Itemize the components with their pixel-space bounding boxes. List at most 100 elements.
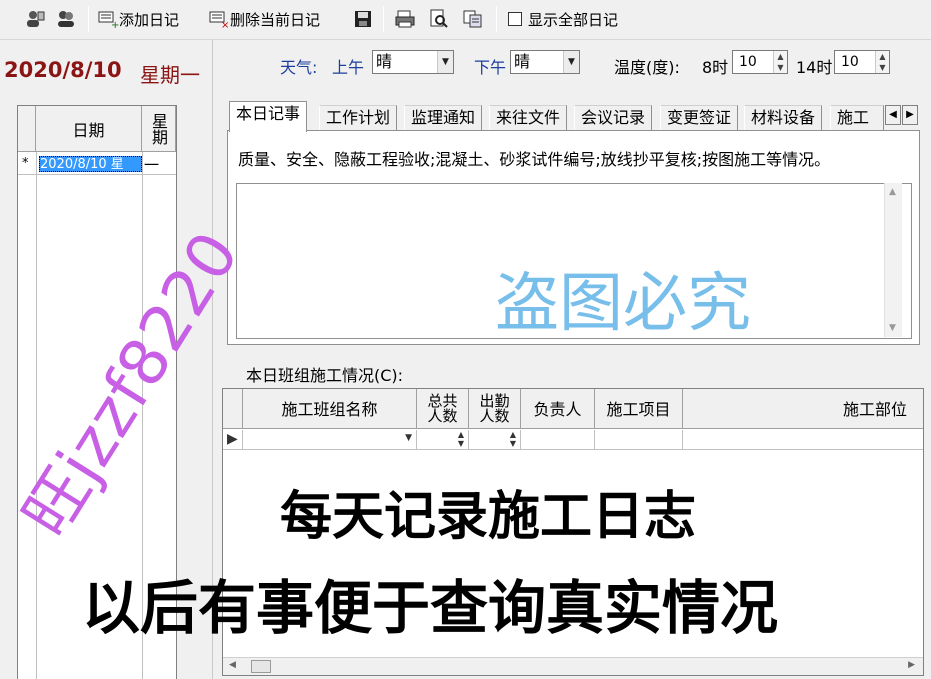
svg-text:+: + [111, 20, 119, 29]
morning-label: 上午 [332, 58, 365, 77]
promo-line-1: 每天记录施工日志 [280, 487, 697, 547]
delete-diary-label: 删除当前日记 [230, 10, 321, 29]
date-column-header[interactable]: 日期 [36, 106, 142, 152]
team-grid-row[interactable]: ▶ ▼ ▲ ▼ ▲ ▼ [223, 430, 923, 450]
spinner-arrows-icon[interactable]: ▲ ▼ [510, 430, 516, 448]
weather-label: 天气: [280, 58, 318, 77]
toolbar-separator [383, 6, 384, 32]
current-row-arrow-icon: ▶ [227, 431, 238, 447]
chevron-down-icon[interactable]: ▼ [405, 433, 412, 443]
temp-14-label: 14时 [796, 58, 833, 77]
leader-header-label: 负责人 [533, 399, 582, 419]
show-all-label: 显示全部日记 [528, 10, 619, 29]
print-preview-icon [430, 9, 448, 28]
new-row-marker: * [22, 156, 29, 171]
current-weekday: 星期一 [140, 63, 200, 87]
print-preview-button[interactable] [428, 6, 450, 32]
spinner-arrows-icon[interactable]: ▲ ▼ [458, 430, 464, 448]
spinner-arrows-icon[interactable]: ▲ ▼ [773, 51, 787, 73]
row-indicator-header [223, 389, 243, 429]
total-count-header[interactable]: 总共人数 [417, 389, 469, 429]
svg-text:×: × [221, 20, 229, 29]
tab-supervision-notice[interactable]: 监理通知 [404, 105, 483, 131]
week-column-header[interactable]: 星期 [142, 106, 176, 152]
afternoon-weather-value: 晴 [514, 52, 531, 71]
users-icon-button[interactable] [55, 6, 77, 32]
leader-header[interactable]: 负责人 [521, 389, 595, 429]
add-record-icon: + [98, 11, 119, 29]
attendance-count-header[interactable]: 出勤人数 [469, 389, 521, 429]
temp-14-spinner[interactable]: 10 ▲ ▼ [834, 50, 890, 74]
team-name-header[interactable]: 施工班组名称 [243, 389, 417, 429]
print-button[interactable] [394, 6, 416, 32]
temp-8-value: 10 [739, 54, 757, 70]
total-count-header-label: 总共人数 [427, 392, 458, 425]
toolbar-separator [88, 6, 89, 32]
watermark-text: 盗图必究 [495, 267, 751, 341]
notes-scrollbar[interactable]: ▲ ▼ [884, 183, 902, 337]
morning-weather-select[interactable]: 晴 ▼ [372, 50, 454, 74]
work-item-cell[interactable] [595, 430, 683, 450]
attendance-count-cell[interactable]: ▲ ▼ [469, 430, 521, 450]
print-icon [395, 10, 415, 28]
toolbar: + 添加日记 × 删除当前日记 显示全部日记 [0, 0, 931, 40]
total-count-cell[interactable]: ▲ ▼ [417, 430, 469, 450]
work-item-header[interactable]: 施工项目 [595, 389, 683, 429]
tab-daily-notes[interactable]: 本日记事 [229, 101, 308, 132]
scroll-thumb[interactable] [251, 660, 271, 673]
spinner-arrows-icon[interactable]: ▲ ▼ [875, 51, 889, 73]
team-name-cell[interactable]: ▼ [243, 430, 417, 450]
current-date: 2020/8/10 [4, 58, 122, 82]
copy-icon [463, 10, 482, 28]
team-grid-header: 施工班组名称 总共人数 出勤人数 负责人 施工项目 施工部位 [223, 389, 923, 429]
tab-construction[interactable]: 施工 [830, 105, 884, 131]
scroll-down-icon[interactable]: ▼ [889, 323, 896, 333]
delete-record-icon: × [209, 11, 229, 29]
date-column-label: 日期 [72, 120, 105, 140]
work-location-header[interactable]: 施工部位 [683, 389, 923, 429]
tab-meeting-minutes[interactable]: 会议记录 [574, 105, 653, 131]
row-indicator: ▶ [223, 430, 243, 450]
team-name-header-label: 施工班组名称 [281, 399, 378, 419]
work-location-cell[interactable] [683, 430, 923, 450]
work-location-header-label: 施工部位 [842, 399, 907, 419]
work-item-header-label: 施工项目 [606, 399, 671, 419]
scroll-up-icon[interactable]: ▲ [889, 187, 896, 197]
tab-scroll-left-icon[interactable]: ◀ [885, 105, 901, 125]
leader-cell[interactable] [521, 430, 595, 450]
add-diary-button[interactable]: + 添加日记 [97, 6, 179, 32]
afternoon-weather-select[interactable]: 晴 ▼ [510, 50, 580, 74]
chevron-down-icon[interactable]: ▼ [437, 51, 453, 73]
notes-hint: 质量、安全、隐蔽工程验收;混凝土、砂浆试件编号;放线抄平复核;按图施工等情况。 [238, 150, 831, 169]
tab-work-plan[interactable]: 工作计划 [319, 105, 398, 131]
diary-tabs: 本日记事 工作计划 监理通知 来往文件 会议记录 变更签证 材料设备 施工 ◀ … [227, 101, 924, 132]
temp-8-label: 8时 [702, 58, 729, 77]
temp-8-spinner[interactable]: 10 ▲ ▼ [732, 50, 788, 74]
tab-change-visa[interactable]: 变更签证 [660, 105, 739, 131]
checkbox-box[interactable] [508, 12, 522, 26]
team-work-label: 本日班组施工情况(C): [246, 366, 404, 385]
week-column-label: 星期 [149, 112, 168, 145]
afternoon-label: 下午 [474, 58, 507, 77]
copy-button[interactable] [462, 6, 484, 32]
show-all-checkbox[interactable]: 显示全部日记 [508, 6, 618, 32]
tab-scroll-right-icon[interactable]: ▶ [902, 105, 918, 125]
grid-line [18, 174, 176, 175]
save-button[interactable] [352, 6, 374, 32]
user-icon [27, 11, 45, 27]
tab-materials-equipment[interactable]: 材料设备 [744, 105, 823, 131]
temperature-label: 温度(度): [614, 58, 680, 77]
tab-correspondence[interactable]: 来往文件 [489, 105, 568, 131]
diary-row-date-cell[interactable]: 2020/8/10 星 [39, 156, 142, 172]
chevron-down-icon[interactable]: ▼ [563, 51, 579, 73]
diary-row-week-cell[interactable]: 一 [144, 154, 159, 175]
promo-line-2: 以后有事便于查询真实情况 [82, 574, 779, 642]
team-grid-hscrollbar[interactable]: ◀ ▶ [223, 657, 923, 675]
user-icon-button[interactable] [24, 6, 46, 32]
scroll-right-icon[interactable]: ▶ [908, 660, 915, 670]
morning-weather-value: 晴 [376, 52, 393, 71]
scroll-left-icon[interactable]: ◀ [229, 660, 236, 670]
delete-diary-button[interactable]: × 删除当前日记 [208, 6, 320, 32]
users-icon [58, 11, 74, 27]
grid-line [36, 152, 37, 679]
